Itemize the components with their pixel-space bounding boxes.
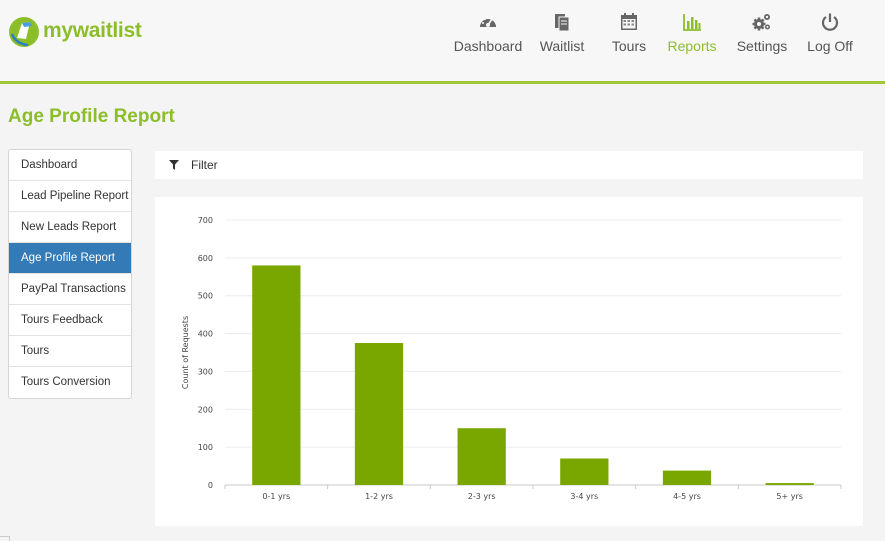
nav-dashboard[interactable]: Dashboard bbox=[453, 12, 523, 54]
age-profile-bar-chart: 0 100 200 300 400 500 600 700 Count of Requests 0… bbox=[181, 216, 842, 501]
sidebar-item-paypal-transactions[interactable]: PayPal Transactions bbox=[9, 274, 131, 305]
sidebar-item-tours-feedback[interactable]: Tours Feedback bbox=[9, 305, 131, 336]
x-tick-label: 2-3 yrs bbox=[468, 492, 496, 501]
sidebar-item-tours[interactable]: Tours bbox=[9, 336, 131, 367]
y-tick-label: 200 bbox=[198, 405, 213, 414]
top-bar: mywaitlist Dashboard Waitlist Tours Repo… bbox=[0, 0, 885, 84]
filter-bar[interactable]: Filter bbox=[155, 151, 863, 179]
y-tick-label: 100 bbox=[198, 443, 213, 452]
bar-chart-icon bbox=[683, 14, 701, 31]
nav-label: Settings bbox=[736, 38, 788, 54]
sidebar-item-tours-conversion[interactable]: Tours Conversion bbox=[9, 367, 131, 398]
y-tick-label: 300 bbox=[198, 367, 213, 376]
sidebar-item-new-leads-report[interactable]: New Leads Report bbox=[9, 212, 131, 243]
x-tick-label: 3-4 yrs bbox=[570, 492, 598, 501]
filter-label: Filter bbox=[191, 158, 218, 172]
logo-text: mywaitlist bbox=[43, 19, 142, 42]
nav-log-off[interactable]: Log Off bbox=[803, 12, 857, 54]
nav-label: Reports bbox=[667, 38, 717, 54]
x-tick-label: 1-2 yrs bbox=[365, 492, 393, 501]
bar bbox=[252, 265, 301, 485]
waitlist-documents-icon bbox=[555, 14, 570, 32]
gears-icon bbox=[752, 14, 770, 31]
dashboard-gauge-icon bbox=[480, 16, 496, 27]
nav-reports[interactable]: Reports bbox=[663, 12, 721, 54]
y-tick-label: 0 bbox=[208, 481, 213, 490]
sidebar-item-lead-pipeline-report[interactable]: Lead Pipeline Report bbox=[9, 181, 131, 212]
nav-label: Dashboard bbox=[453, 38, 523, 54]
nav-settings[interactable]: Settings bbox=[732, 12, 792, 54]
sidebar-item-dashboard[interactable]: Dashboard bbox=[9, 150, 131, 181]
x-tick-label: 5+ yrs bbox=[776, 492, 803, 501]
app-logo[interactable]: mywaitlist bbox=[8, 14, 142, 48]
power-icon bbox=[821, 13, 839, 31]
nav-label: Tours bbox=[611, 38, 647, 54]
logo-mark-icon bbox=[9, 17, 39, 47]
x-tick-label: 4-5 yrs bbox=[673, 492, 701, 501]
nav-tours[interactable]: Tours bbox=[602, 12, 656, 54]
report-sidebar: Dashboard Lead Pipeline Report New Leads… bbox=[8, 149, 132, 399]
bar bbox=[662, 470, 712, 485]
filter-funnel-icon bbox=[169, 160, 179, 170]
y-axis-label: Count of Requests bbox=[181, 316, 190, 389]
bar bbox=[457, 428, 506, 485]
calendar-icon bbox=[621, 13, 637, 30]
age-profile-chart-card: 0 100 200 300 400 500 600 700 Count of Requests 0… bbox=[155, 197, 863, 526]
y-tick-label: 600 bbox=[198, 254, 213, 263]
sidebar-item-age-profile-report[interactable]: Age Profile Report bbox=[9, 243, 131, 274]
bar bbox=[354, 343, 404, 485]
y-tick-label: 400 bbox=[198, 330, 213, 339]
bar bbox=[560, 458, 609, 485]
scroll-corner bbox=[0, 536, 10, 541]
x-tick-label: 0-1 yrs bbox=[262, 492, 290, 501]
bar bbox=[765, 483, 814, 485]
page-title: Age Profile Report bbox=[8, 106, 175, 127]
nav-label: Log Off bbox=[807, 38, 853, 54]
y-tick-label: 500 bbox=[198, 292, 213, 301]
nav-waitlist[interactable]: Waitlist bbox=[535, 12, 589, 54]
nav-label: Waitlist bbox=[539, 38, 585, 54]
y-tick-label: 700 bbox=[198, 216, 213, 225]
